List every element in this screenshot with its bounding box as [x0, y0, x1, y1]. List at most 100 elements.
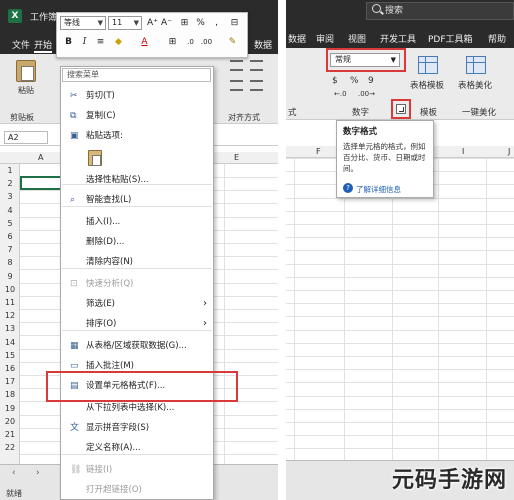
row-number[interactable]: 3	[0, 190, 20, 203]
percent-button[interactable]: %	[350, 76, 359, 86]
gridline	[286, 356, 514, 357]
column-j-header[interactable]: J	[508, 147, 510, 156]
row-number[interactable]: 11	[0, 296, 20, 309]
paste-option-icon[interactable]	[88, 150, 102, 166]
row-number[interactable]: 6	[0, 230, 20, 243]
align-middle-icon[interactable]	[250, 60, 263, 71]
shrink-font-button[interactable]: A⁻	[160, 17, 173, 30]
menu-help[interactable]: 帮助	[488, 32, 506, 45]
format-cells-icon[interactable]: ⊟	[228, 17, 241, 30]
italic-button[interactable]: I	[78, 36, 91, 49]
column-a-header[interactable]: A	[38, 153, 43, 162]
table-template-icon[interactable]	[418, 56, 438, 74]
increase-decimal-icon[interactable]: ←.0	[334, 90, 347, 98]
table-template-button[interactable]: 表格模板	[410, 79, 444, 91]
gridline	[286, 395, 514, 397]
submenu-arrow-icon: ›	[203, 298, 207, 309]
context-menu-item[interactable]: 筛选(E) ›	[62, 294, 212, 314]
context-menu-item[interactable]: 清除内容(N)	[62, 252, 212, 272]
menu-view[interactable]: 视图	[348, 32, 366, 45]
align-left-icon[interactable]	[230, 80, 243, 91]
row-number[interactable]: 4	[0, 204, 20, 217]
font-name-value: 等线	[64, 18, 80, 27]
selected-cell[interactable]	[20, 176, 62, 190]
row-number[interactable]: 22	[0, 441, 20, 454]
table-beautify-icon[interactable]	[466, 56, 486, 74]
submenu-arrow-icon: ›	[203, 318, 207, 329]
context-menu-item[interactable]: 选择性粘贴(S)...	[62, 170, 212, 190]
row-number[interactable]: 10	[0, 283, 20, 296]
context-menu-label: 快速分析(Q)	[86, 279, 134, 289]
column-f-header[interactable]: F	[316, 147, 321, 156]
row-number[interactable]: 18	[0, 388, 20, 401]
context-menu-search[interactable]: 搜索菜单	[62, 68, 211, 82]
row-number[interactable]: 15	[0, 349, 20, 362]
menu-developer[interactable]: 开发工具	[380, 32, 416, 45]
font-color-button[interactable]: A	[138, 36, 151, 49]
context-menu-item[interactable]: 排序(O) ›	[62, 314, 212, 334]
highlight-format-cells	[46, 371, 238, 402]
currency-format-button[interactable]: ⊞	[178, 17, 191, 30]
context-menu-label: 显示拼音字段(S)	[86, 423, 150, 433]
percent-button[interactable]: %	[194, 17, 207, 30]
row-number[interactable]: 12	[0, 309, 20, 322]
column-i-header[interactable]: I	[462, 147, 464, 156]
next-sheet-icon[interactable]: ›	[36, 468, 40, 478]
alignment-group-label: 对齐方式	[228, 113, 260, 122]
grow-font-button[interactable]: A⁺	[146, 17, 159, 30]
table-beautify-button[interactable]: 表格美化	[458, 79, 492, 91]
context-menu-item[interactable]: ▣ 粘贴选项:	[62, 126, 212, 146]
menu-pdf-toolbox[interactable]: PDF工具箱	[428, 32, 473, 45]
currency-button[interactable]: $	[332, 76, 338, 86]
name-box[interactable]: A2	[4, 131, 48, 144]
comma-button[interactable]: 9	[368, 76, 374, 86]
context-menu-item[interactable]: ⧉ 复制(C)	[62, 106, 212, 126]
row-number[interactable]: 13	[0, 322, 20, 335]
align-top-icon[interactable]	[230, 60, 243, 71]
chevron-down-icon: ▼	[97, 19, 103, 27]
paste-label[interactable]: 粘贴	[18, 85, 34, 96]
format-painter-icon[interactable]: ✎	[226, 36, 239, 49]
context-menu-item[interactable]: 删除(D)...	[62, 232, 212, 252]
align-center-icon[interactable]: ≡	[94, 36, 107, 49]
menu-data[interactable]: 数据	[254, 38, 272, 51]
gridline	[286, 342, 514, 344]
search-box[interactable]: 搜索	[366, 2, 514, 20]
row-number[interactable]: 21	[0, 428, 20, 441]
menu-file[interactable]: 文件	[12, 38, 30, 51]
row-number[interactable]: 16	[0, 362, 20, 375]
row-number[interactable]: 19	[0, 402, 20, 415]
increase-decimal-icon[interactable]: .00	[200, 36, 213, 49]
borders-icon[interactable]: ⊞	[166, 36, 179, 49]
paste-icon[interactable]	[16, 60, 36, 82]
learn-more-link[interactable]: 了解详细信息	[356, 184, 401, 195]
align-center-icon[interactable]	[250, 80, 263, 91]
row-number[interactable]: 17	[0, 375, 20, 388]
menu-data[interactable]: 数据	[288, 32, 306, 45]
bold-button[interactable]: B	[62, 36, 75, 49]
row-number[interactable]: 14	[0, 336, 20, 349]
row-number[interactable]: 5	[0, 217, 20, 230]
row-number[interactable]: 9	[0, 270, 20, 283]
menu-home[interactable]: 开始	[34, 38, 53, 53]
row-number[interactable]: 8	[0, 256, 20, 269]
fill-color-icon[interactable]: ◆	[112, 36, 125, 49]
menu-review[interactable]: 审阅	[316, 32, 334, 45]
row-number[interactable]: 2	[0, 177, 20, 190]
context-menu-item[interactable]: ▦ 从表格/区域获取数据(G)...	[62, 336, 212, 356]
context-menu-item[interactable]: ⌕ 智能查找(L)	[62, 190, 212, 210]
row-number[interactable]: 1	[0, 164, 20, 177]
context-menu-item[interactable]: 定义名称(A)...	[62, 438, 212, 458]
context-menu-item[interactable]: 文显示拼音字段(S)	[62, 418, 212, 438]
row-number[interactable]: 20	[0, 415, 20, 428]
font-size-select[interactable]: 11 ▼	[108, 16, 142, 30]
column-e-header[interactable]: E	[234, 153, 239, 162]
decrease-decimal-icon[interactable]: .00→	[358, 90, 375, 98]
comma-button[interactable]: ,	[210, 17, 223, 30]
font-name-select[interactable]: 等线 ▼	[60, 16, 106, 30]
context-menu-item[interactable]: 插入(I)...	[62, 212, 212, 232]
context-menu-item[interactable]: ✂ 剪切(T)	[62, 86, 212, 106]
prev-sheet-icon[interactable]: ‹	[12, 468, 16, 478]
decrease-decimal-icon[interactable]: .0	[184, 36, 197, 49]
row-number[interactable]: 7	[0, 243, 20, 256]
